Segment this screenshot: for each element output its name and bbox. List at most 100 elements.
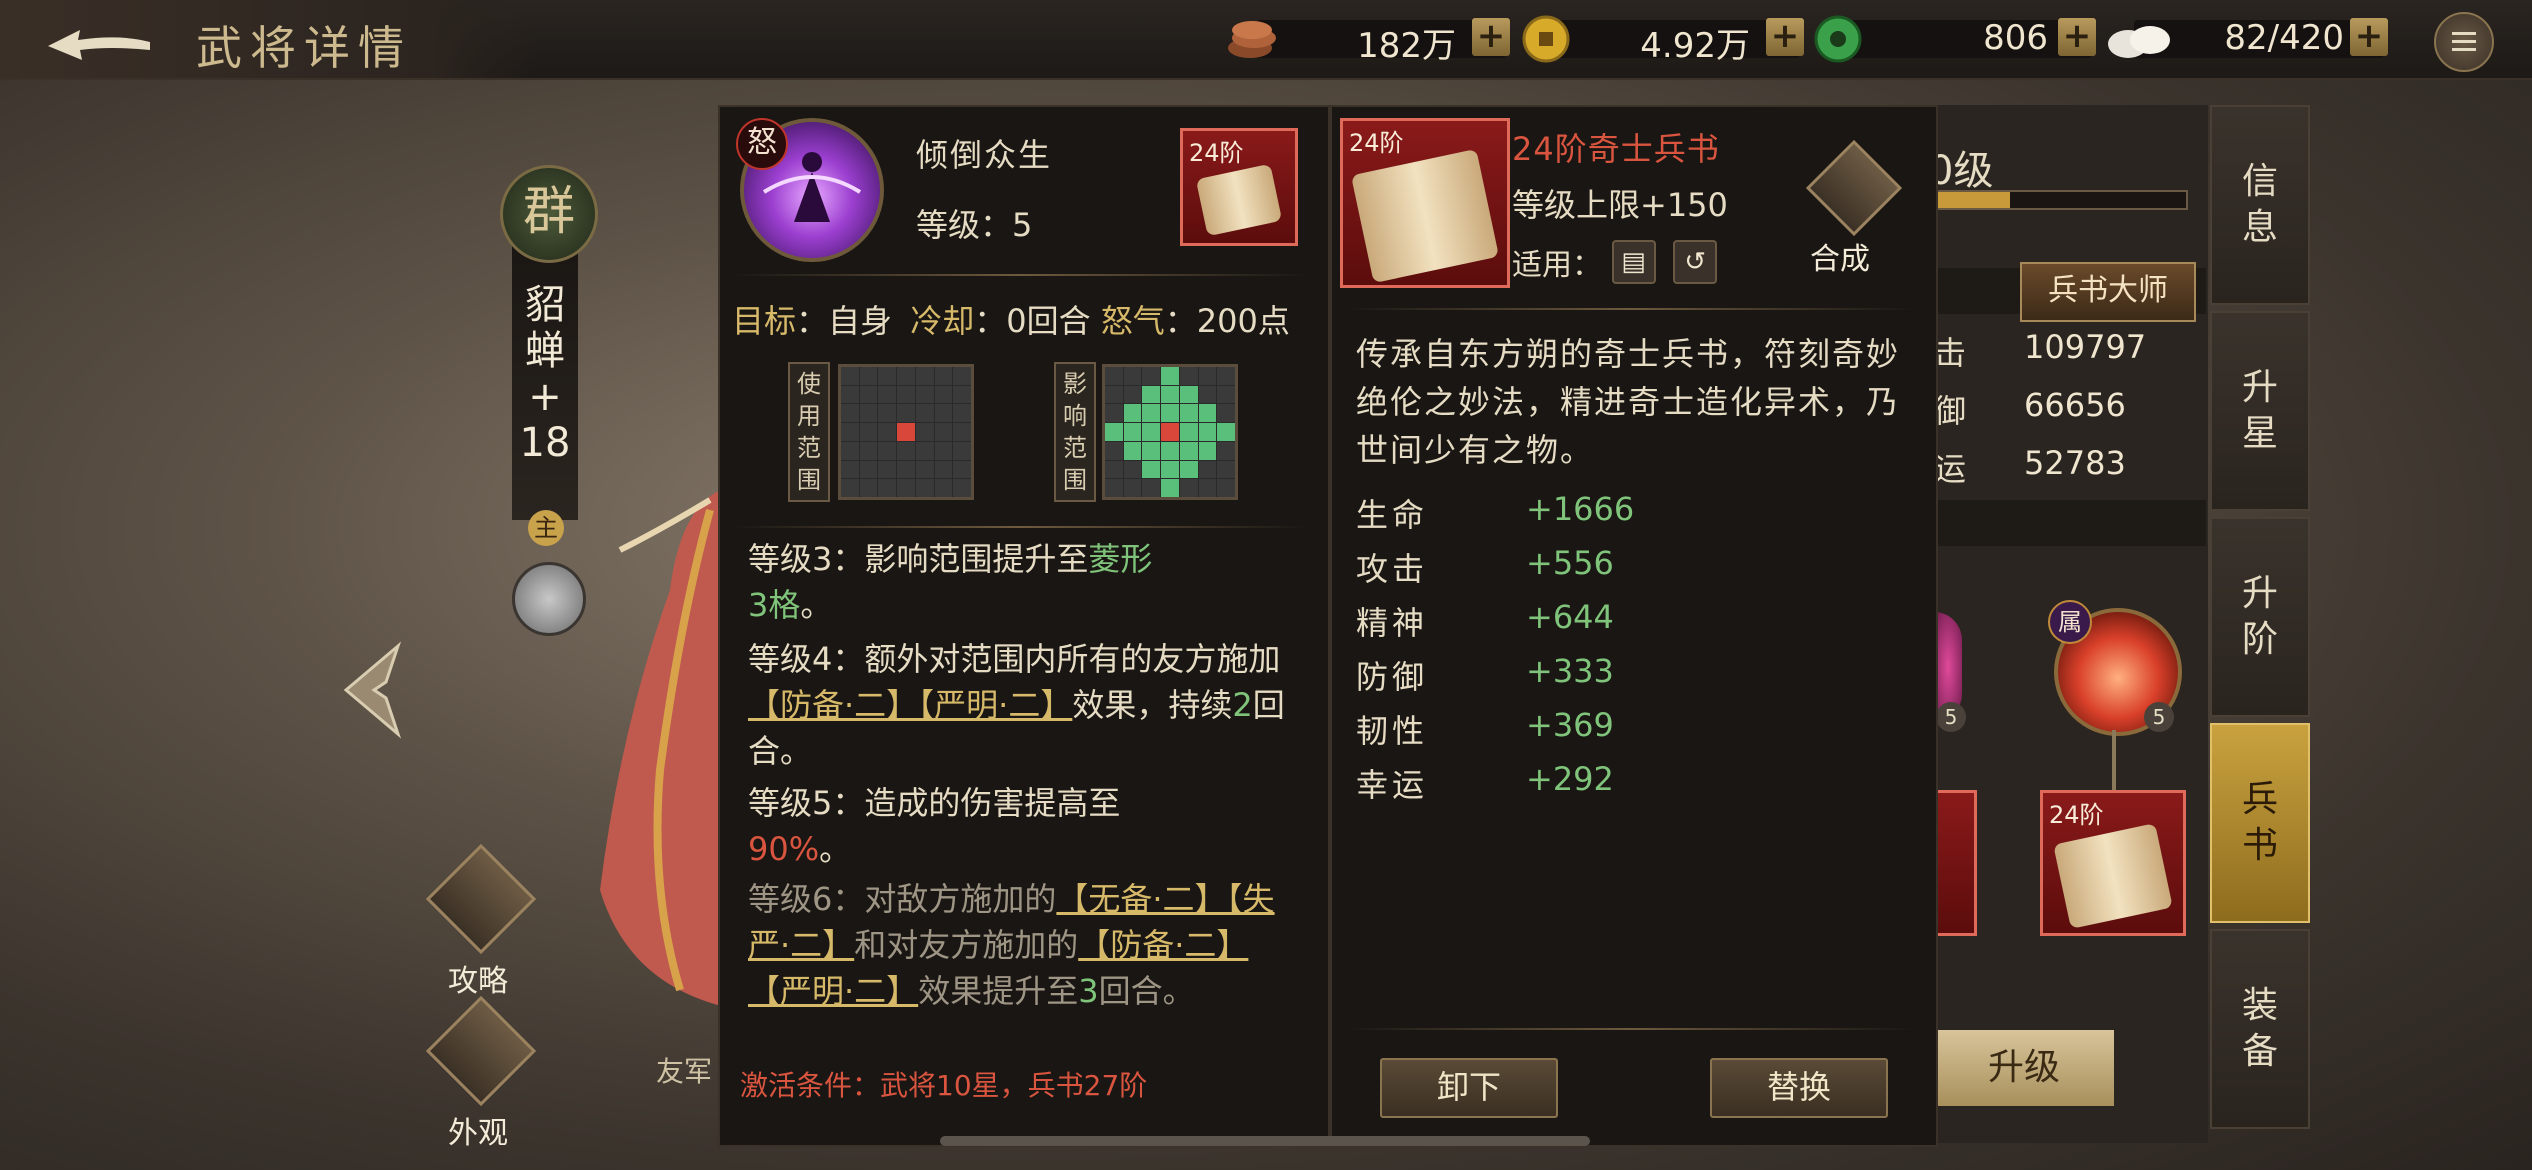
book-tier: 24阶 [1189,139,1244,167]
connector-line [2112,730,2116,790]
tab-rank[interactable]: 升阶 [2210,517,2310,717]
label-char: 响 [1063,402,1087,430]
stat-label: 御 [1934,392,1967,430]
book-tier: 24阶 [2049,801,2104,829]
back-button[interactable] [40,16,160,62]
resource-jade: 806 + [1812,14,2102,64]
tab-label: 升阶 [2241,573,2278,660]
resource-copper: 182万 + [1226,14,1516,66]
level5-effect: 等级5：造成的伤害提高至 90%。 [748,780,1288,872]
add-copper-button[interactable]: + [1472,18,1510,56]
divider-band [1934,500,2206,546]
effect-text: 。 [819,830,852,868]
resource-food: 82/420 + [2104,14,2394,64]
skill-name: 倾倒众生 [916,136,1053,174]
effect-text: 效果提升至 [918,972,1079,1010]
copper-coins-icon [1228,21,1276,58]
side-tabs: 信息 升星 升阶 兵书 装备 [2210,105,2310,1135]
craft-button[interactable]: 合成 [1805,139,1903,277]
resource-value: 82/420 [2224,18,2344,58]
stat-name: 生命 [1356,496,1429,534]
hero-toggle-button[interactable] [512,562,586,636]
stat-name: 攻击 [1356,550,1429,588]
hero-name-char: 貂 [525,282,565,328]
menu-button[interactable] [2434,12,2494,72]
add-food-button[interactable]: + [2350,18,2388,56]
tab-book[interactable]: 兵书 [2210,723,2310,923]
buff-link[interactable]: 【防备·二】【严明·二】 [748,686,1072,724]
back-arrow-icon [48,30,150,60]
page-title: 武将详情 [196,21,412,75]
add-jade-button[interactable]: + [2058,18,2096,56]
book-tier: 24阶 [1349,129,1404,157]
book-slot-24[interactable]: 24阶 [2040,790,2186,936]
tab-equipment[interactable]: 装备 [2210,929,2310,1129]
hero-name-char: 蝉 [525,328,565,374]
jade-icon [1814,15,1862,63]
rage-value: ：200点 [1164,302,1290,340]
effect-highlight: 菱形 [1088,540,1153,578]
main-badge: 主 [528,510,564,546]
stat-label: 击 [1934,334,1967,372]
stat-value: 109797 [2024,328,2147,366]
label-char: 围 [1063,466,1087,494]
stat-value: 66656 [2024,386,2126,424]
stat-row: 精神 +644 [1356,598,1756,648]
stat-row: 御 66656 [1934,386,2126,432]
effect-text: 。 [800,586,833,624]
resource-value: 4.92万 [1640,26,1750,66]
resource-gold: 4.92万 + [1520,14,1810,66]
unequip-button[interactable]: 卸下 [1380,1058,1558,1118]
skill-level: 等级：5 [916,206,1033,244]
divider [1346,1028,1916,1030]
label-char: 使 [797,370,821,398]
level3-effect: 等级3：影响范围提升至菱形 3格。 [748,536,1288,628]
scrollbar[interactable] [940,1136,1590,1146]
target-value: ：自身 [796,302,893,340]
tab-star[interactable]: 升星 [2210,311,2310,511]
tab-info[interactable]: 信息 [2210,105,2310,305]
stat-name: 防御 [1356,658,1429,696]
armor-icon [425,995,537,1107]
level6-effect: 等级6：对敌方施加的【无备·二】【失严·二】和对友方施加的【防备·二】【严明·二… [748,876,1288,1014]
upgrade-button[interactable]: 升级 [1934,1030,2114,1106]
stat-name: 韧性 [1356,712,1429,750]
effect-highlight: 3 [1078,972,1099,1010]
anvil-icon [1805,139,1903,237]
tab-label: 兵书 [2241,779,2278,866]
cooldown-value: ：0回合 [974,302,1091,340]
use-range-label: 使 用 范 围 [788,362,830,502]
book-title: 24阶奇士兵书 [1512,130,1720,168]
book-slot[interactable] [1934,790,1977,936]
replace-button[interactable]: 替换 [1710,1058,1888,1118]
stat-row: 运 52783 [1934,444,2126,490]
divider [1346,308,1916,310]
center-cell [897,423,915,441]
activation-condition: 激活条件：武将10星，兵书27阶 [740,1069,1148,1102]
stat-value: +369 [1526,706,1614,744]
book-description: 传承自东方朔的奇士兵书，符刻奇妙绝伦之妙法，精进奇士造化异术，乃世间少有之物。 [1356,335,1901,469]
label-char: 范 [797,434,821,462]
label-char: 范 [1063,434,1087,462]
appearance-button[interactable]: 外观 [425,995,537,1151]
appearance-label: 外观 [448,1116,508,1151]
divider [730,274,1310,276]
chevron-left-icon[interactable] [338,640,410,740]
stat-row: 防御 +333 [1356,652,1756,702]
stat-row: 击 109797 [1934,328,2146,374]
effect-text: 效果，持续 [1072,686,1233,724]
add-gold-button[interactable]: + [1766,18,1804,56]
slot-level-badge: 5 [2144,702,2174,732]
skill-book-thumb[interactable]: 24阶 [1180,128,1298,246]
stat-name: 幸运 [1356,766,1429,804]
staff-icon: ↺ [1673,240,1718,284]
effect-highlight: 3格 [748,586,801,624]
strategy-button[interactable]: 攻略 [425,843,537,999]
effect-text: 等级5：造成的伤害提高至 [748,784,1121,822]
tab-label: 信息 [2241,161,2278,248]
stat-value: 52783 [2024,444,2126,482]
book-master-button[interactable]: 兵书大师 [2020,262,2196,322]
resource-value: 806 [1983,18,2048,58]
list-menu-icon [2452,32,2476,51]
use-range-grid [838,364,974,500]
